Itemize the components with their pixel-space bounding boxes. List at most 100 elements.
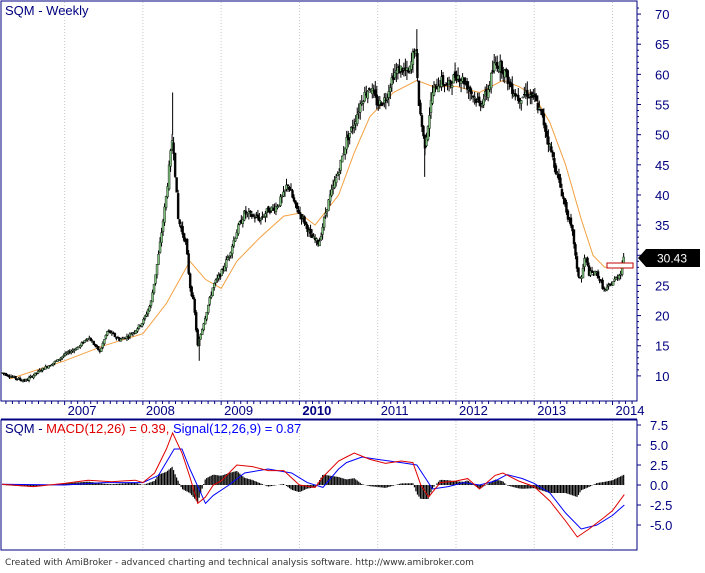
price-ytick-label: 45 — [655, 158, 669, 173]
candle-down — [381, 103, 385, 105]
candle-up — [61, 356, 64, 359]
candle-up — [169, 150, 172, 167]
candle-up — [611, 281, 615, 286]
candle-up — [432, 87, 436, 96]
candle-down — [178, 219, 181, 225]
candle-down — [514, 93, 517, 96]
candle-down — [601, 279, 604, 289]
candle-down — [465, 81, 469, 90]
candle-up — [322, 217, 326, 228]
candle-down — [288, 186, 291, 190]
candle-up — [437, 85, 440, 93]
candle-up — [607, 284, 610, 287]
date-tick-label: 2011 — [381, 403, 409, 418]
candle-up — [389, 87, 392, 92]
candle-down — [295, 202, 299, 209]
macd-ytick-label: 5.0 — [650, 438, 668, 453]
candle-up — [130, 333, 133, 336]
candle-up — [521, 96, 525, 99]
candle-down — [449, 80, 452, 85]
last-price-label: 30.43 — [657, 252, 687, 266]
candle-up — [428, 115, 431, 129]
candle-down — [185, 239, 189, 255]
candle-up — [581, 267, 585, 279]
candle-down — [586, 257, 589, 266]
candle-down — [468, 86, 472, 92]
candle-down — [527, 97, 531, 99]
macd-legend-symbol: SQM - — [5, 421, 46, 436]
candle-down — [559, 177, 562, 188]
candle-down — [420, 115, 424, 127]
candle-up — [119, 338, 123, 342]
date-tick-label: 2009 — [224, 403, 253, 418]
candle-up — [211, 287, 214, 296]
candle-down — [545, 131, 549, 137]
candle-down — [252, 215, 255, 217]
candle-up — [321, 227, 324, 235]
candle-up — [276, 206, 279, 209]
candle-down — [18, 377, 22, 380]
candle-up — [312, 236, 315, 239]
candle-up — [220, 269, 223, 276]
candle-up — [237, 224, 240, 234]
candle-up — [538, 107, 541, 110]
candle-up — [482, 98, 485, 106]
candle-down — [89, 338, 93, 342]
candle-down — [544, 123, 547, 132]
macd-ytick-label: 2.5 — [650, 458, 668, 473]
candle-up — [145, 313, 148, 317]
candle-down — [535, 95, 538, 102]
candle-up — [617, 275, 621, 279]
date-tick-label: 2007 — [68, 403, 97, 418]
candle-down — [187, 253, 190, 274]
candle-down — [511, 83, 514, 94]
candle-down — [191, 294, 195, 299]
candle-down — [441, 75, 445, 85]
candle-down — [569, 217, 573, 226]
candle-down — [173, 152, 177, 177]
candle-up — [70, 351, 73, 353]
macd-legend: SQM - MACD(12,26) = 0.39, Signal(12,26,9… — [5, 421, 301, 436]
candle-up — [359, 103, 362, 113]
candle-up — [434, 83, 437, 86]
candle-up — [387, 91, 391, 98]
price-ytick-label: 60 — [655, 67, 669, 82]
date-tick-label: 2012 — [459, 403, 488, 418]
candle-down — [526, 89, 529, 97]
candle-down — [577, 267, 580, 277]
candle-up — [225, 259, 228, 268]
candle-down — [175, 177, 178, 193]
candle-down — [253, 217, 257, 219]
candle-down — [304, 221, 308, 225]
candle-down — [291, 190, 294, 198]
candle-down — [477, 96, 481, 103]
candle-down — [298, 212, 302, 215]
candle-down — [113, 333, 117, 337]
candle-down — [574, 244, 577, 256]
price-ytick-label: 35 — [655, 218, 669, 233]
candle-up — [213, 283, 216, 288]
candle-up — [473, 96, 476, 99]
candle-down — [181, 226, 184, 235]
last-price-tag: 30.43 — [638, 249, 700, 267]
candle-down — [268, 210, 272, 213]
candle-down — [602, 287, 606, 290]
candle-up — [356, 114, 359, 125]
date-tick-label: 2014 — [616, 403, 645, 418]
macd-ytick-label: -2.5 — [650, 498, 672, 513]
candle-up — [100, 347, 103, 352]
candle-up — [279, 196, 282, 207]
candle-up — [328, 194, 332, 202]
price-ytick-label: 20 — [655, 309, 669, 324]
candle-down — [444, 84, 448, 86]
candle-down — [422, 125, 425, 137]
price-ytick-label: 15 — [655, 339, 669, 354]
date-tick-label: 2008 — [146, 403, 175, 418]
candle-up — [450, 85, 454, 88]
candle-down — [575, 256, 579, 269]
candle-up — [163, 206, 166, 223]
candle-down — [309, 228, 312, 234]
date-tick-label: 2013 — [537, 403, 566, 418]
candle-down — [419, 102, 422, 115]
candle-up — [605, 286, 609, 290]
